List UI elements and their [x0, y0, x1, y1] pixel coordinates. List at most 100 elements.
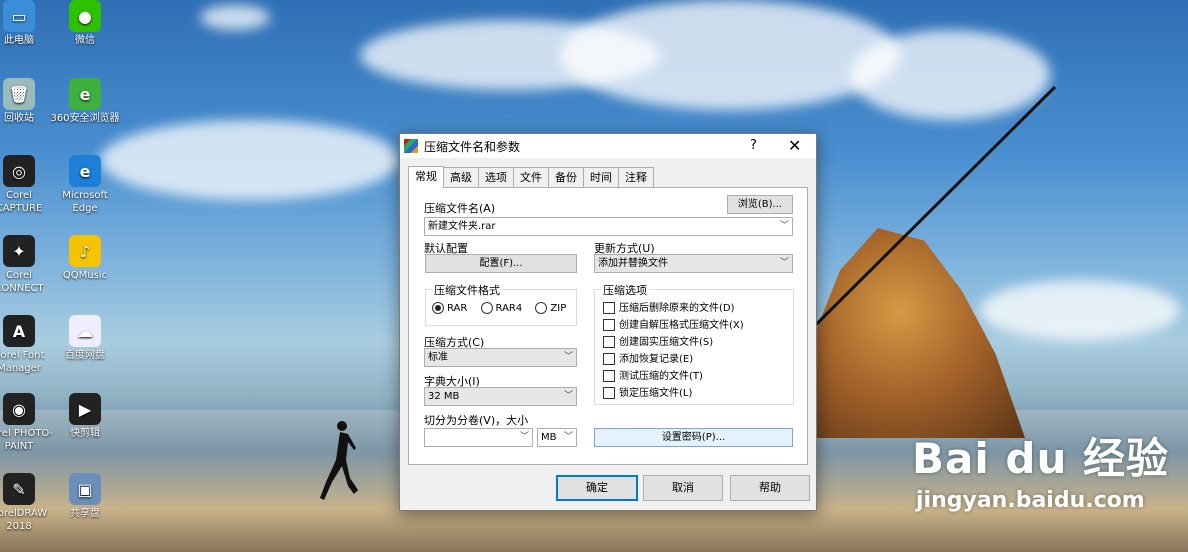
option-label: 添加恢复记录(E) [619, 354, 694, 365]
format-group: 压缩文件格式 RAR RAR4 ZIP [425, 282, 577, 326]
general-panel: 压缩文件名(A) 浏览(B)... 新建文件夹.rar ﹀ 默认配置 配置(F)… [408, 187, 808, 465]
tab-advanced[interactable]: 高级 [443, 167, 479, 187]
archive-params-dialog: 压缩文件名和参数 ? ✕ 常规 高级 选项 文件 备份 时间 注释 压缩文件名(… [399, 133, 817, 511]
radio-rar-label: RAR [447, 303, 468, 314]
option-lock[interactable]: 锁定压缩文件(L) [603, 384, 692, 399]
desktop-icon[interactable]: ✎ CorelDRAW 2018 [0, 473, 54, 533]
tab-comment[interactable]: 注释 [618, 167, 654, 187]
tab-time[interactable]: 时间 [583, 167, 619, 187]
update-mode-value: 添加并替换文件 [598, 258, 668, 269]
cancel-button[interactable]: 取消 [643, 475, 723, 501]
winrar-icon [404, 139, 418, 153]
radio-zip-dot [535, 302, 548, 314]
desktop-icon[interactable]: ▶ 快剪辑 [50, 393, 120, 440]
radio-rar-dot [432, 302, 444, 314]
desktop-icon-label: Corel CAPTURE [0, 190, 43, 214]
app-icon: e [69, 78, 101, 110]
ok-button[interactable]: 确定 [556, 475, 638, 501]
chevron-down-icon: ﹀ [519, 432, 529, 442]
option-label: 压缩后删除原来的文件(D) [619, 303, 735, 314]
desktop-icon[interactable]: e 360安全浏览器 [50, 78, 120, 125]
desktop-icon-label: CorelDRAW 2018 [0, 508, 48, 532]
baidu-watermark: Bai du 经验 jingyan.baidu.com [912, 425, 1169, 513]
chevron-down-icon: ﹀ [563, 391, 573, 401]
app-icon: ▣ [69, 473, 101, 505]
checkbox [603, 336, 615, 348]
desktop-icon[interactable]: 🗑 回收站 [0, 78, 54, 125]
desktop-icon[interactable]: ▭ 此电脑 [0, 0, 54, 47]
option-label: 创建固实压缩文件(S) [619, 337, 714, 348]
dict-select[interactable]: 32 MB ﹀ [424, 387, 577, 406]
app-icon: ✦ [3, 235, 35, 267]
chevron-down-icon: ﹀ [779, 258, 789, 268]
desktop-icon[interactable]: ● 微信 [50, 0, 120, 47]
option-solid[interactable]: 创建固实压缩文件(S) [603, 333, 713, 348]
desktop-icon-label: 共享盘 [70, 508, 100, 519]
help-button[interactable]: 帮助 [730, 475, 810, 501]
method-select[interactable]: 标准 ﹀ [424, 348, 577, 367]
checkbox [603, 370, 615, 382]
chevron-down-icon: ﹀ [563, 352, 573, 362]
tab-files[interactable]: 文件 [513, 167, 549, 187]
tab-bar: 常规 高级 选项 文件 备份 时间 注释 [408, 166, 654, 188]
split-unit-select[interactable]: MB ﹀ [537, 428, 577, 447]
dialog-titlebar[interactable]: 压缩文件名和参数 ? ✕ [400, 134, 816, 158]
profiles-button[interactable]: 配置(F)... [425, 254, 577, 273]
desktop-icon[interactable]: ☁ 百度网盘 [50, 315, 120, 362]
tab-general[interactable]: 常规 [408, 166, 444, 188]
tab-backup[interactable]: 备份 [548, 167, 584, 187]
option-recovery[interactable]: 添加恢复记录(E) [603, 350, 693, 365]
option-label: 测试压缩的文件(T) [619, 371, 703, 382]
desktop-icon-label: Corel Font Manager [0, 350, 45, 374]
desktop-icon[interactable]: ▣ 共享盘 [50, 473, 120, 520]
split-unit-value: MB [541, 432, 557, 443]
desktop-icon-label: 360安全浏览器 [50, 113, 120, 124]
app-icon: A [3, 315, 35, 347]
option-delete-after[interactable]: 压缩后删除原来的文件(D) [603, 299, 735, 314]
app-icon: 🗑 [3, 78, 35, 110]
split-label: 切分为分卷(V)，大小 [424, 414, 529, 427]
option-test[interactable]: 测试压缩的文件(T) [603, 367, 703, 382]
dialog-title: 压缩文件名和参数 [424, 139, 521, 154]
desktop-icon-label: QQMusic [62, 270, 108, 281]
app-icon: ● [69, 0, 101, 32]
desktop-icon[interactable]: ♪ QQMusic [50, 235, 120, 282]
set-password-button[interactable]: 设置密码(P)... [594, 428, 793, 447]
app-icon: ◎ [3, 155, 35, 187]
options-group: 压缩选项 压缩后删除原来的文件(D) 创建自解压格式压缩文件(X) 创建固实压缩… [594, 282, 794, 405]
app-icon: ☁ [69, 315, 101, 347]
desktop-icon-label: Microsoft Edge [62, 190, 108, 214]
desktop-icon[interactable]: ✦ Corel CONNECT [0, 235, 54, 295]
radio-zip[interactable]: ZIP [535, 302, 567, 314]
desktop-icon-label: 快剪辑 [70, 428, 100, 439]
desktop-icon[interactable]: ◉ Corel PHOTO-PAINT [0, 393, 54, 453]
chevron-down-icon: ﹀ [563, 432, 573, 442]
help-icon[interactable]: ? [750, 138, 757, 153]
method-value: 标准 [428, 352, 448, 363]
cloud [200, 5, 270, 30]
archive-name-input[interactable]: 新建文件夹.rar ﹀ [424, 217, 793, 236]
desktop-icon-label: 百度网盘 [65, 350, 105, 361]
desktop-icon-label: 微信 [75, 35, 95, 46]
split-size-input[interactable]: ﹀ [424, 428, 533, 447]
app-icon: ◉ [3, 393, 35, 425]
desktop-icon-label: 此电脑 [4, 35, 34, 46]
checkbox [603, 387, 615, 399]
archive-name-value: 新建文件夹.rar [428, 221, 496, 232]
option-sfx[interactable]: 创建自解压格式压缩文件(X) [603, 316, 744, 331]
desktop-icon[interactable]: e Microsoft Edge [50, 155, 120, 215]
radio-rar4[interactable]: RAR4 [480, 302, 522, 314]
desktop-icon[interactable]: ◎ Corel CAPTURE [0, 155, 54, 215]
update-mode-select[interactable]: 添加并替换文件 ﹀ [594, 254, 793, 273]
app-icon: ▭ [3, 0, 35, 32]
desktop-icon[interactable]: A Corel Font Manager [0, 315, 54, 375]
app-icon: ✎ [3, 473, 35, 505]
browse-button[interactable]: 浏览(B)... [727, 195, 793, 214]
tab-options[interactable]: 选项 [478, 167, 514, 187]
radio-rar[interactable]: RAR [432, 302, 468, 314]
radio-zip-label: ZIP [550, 303, 567, 314]
close-icon[interactable]: ✕ [788, 136, 801, 155]
desktop-icon-label: Corel PHOTO-PAINT [0, 428, 54, 452]
watermark-url: jingyan.baidu.com [916, 488, 1145, 513]
app-icon: e [69, 155, 101, 187]
